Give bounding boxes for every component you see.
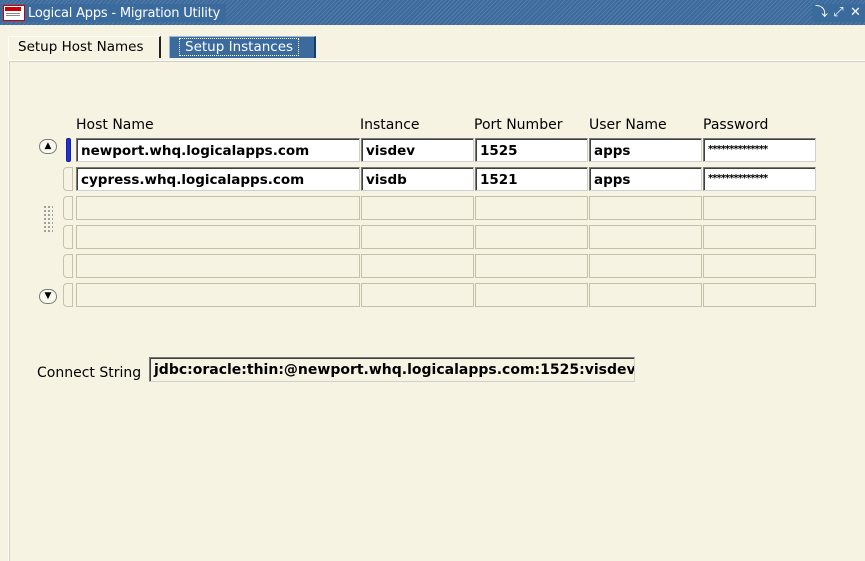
record-indicator[interactable] xyxy=(63,225,73,249)
password-field[interactable] xyxy=(703,254,816,278)
tab-setup-instances[interactable]: Setup Instances xyxy=(169,36,316,58)
instance-field[interactable] xyxy=(361,283,474,307)
close-icon[interactable]: ✕ xyxy=(849,5,862,21)
port-number-field[interactable] xyxy=(475,196,588,220)
column-header-host-name: Host Name xyxy=(76,117,154,133)
instance-field[interactable] xyxy=(361,225,474,249)
content-panel xyxy=(8,60,865,561)
app-logo-icon xyxy=(3,5,25,21)
scroll-grip-icon[interactable] xyxy=(43,205,53,233)
user-name-field[interactable] xyxy=(589,283,702,307)
scroll-up-button[interactable]: ▲ xyxy=(39,139,57,154)
host-name-field[interactable] xyxy=(76,254,360,278)
record-indicator[interactable] xyxy=(63,167,73,191)
user-name-field[interactable]: apps xyxy=(589,138,702,162)
password-field[interactable]: ************** xyxy=(703,167,816,191)
record-indicator[interactable] xyxy=(63,283,73,307)
record-indicator[interactable] xyxy=(63,254,73,278)
password-field[interactable] xyxy=(703,225,816,249)
user-name-field[interactable] xyxy=(589,254,702,278)
tab-setup-host-names[interactable]: Setup Host Names xyxy=(8,36,161,58)
user-name-field[interactable] xyxy=(589,196,702,220)
password-field[interactable] xyxy=(703,283,816,307)
column-header-password: Password xyxy=(703,117,769,133)
minimize-icon[interactable]: ⤵ xyxy=(815,5,828,21)
port-number-field[interactable] xyxy=(475,283,588,307)
window-title: Logical Apps - Migration Utility xyxy=(28,5,221,21)
port-number-field[interactable]: 1525 xyxy=(475,138,588,162)
tab-setup-instances-label: Setup Instances xyxy=(179,38,300,56)
host-name-field[interactable] xyxy=(76,283,360,307)
password-field[interactable] xyxy=(703,196,816,220)
column-header-instance: Instance xyxy=(360,117,420,133)
scroll-down-button[interactable]: ▼ xyxy=(39,289,57,304)
instance-field[interactable]: visdb xyxy=(361,167,474,191)
host-name-field[interactable] xyxy=(76,225,360,249)
instance-field[interactable]: visdev xyxy=(361,138,474,162)
port-number-field[interactable]: 1521 xyxy=(475,167,588,191)
password-field[interactable]: ************** xyxy=(703,138,816,162)
current-record-indicator xyxy=(66,138,71,162)
user-name-field[interactable]: apps xyxy=(589,167,702,191)
host-name-field[interactable] xyxy=(76,196,360,220)
instance-field[interactable] xyxy=(361,196,474,220)
connect-string-field[interactable]: jdbc:oracle:thin:@newport.whq.logicalapp… xyxy=(149,357,635,382)
host-name-field[interactable]: cypress.whq.logicalapps.com xyxy=(76,167,360,191)
instance-field[interactable] xyxy=(361,254,474,278)
user-name-field[interactable] xyxy=(589,225,702,249)
column-header-port-number: Port Number xyxy=(474,117,563,133)
connect-string-label: Connect String xyxy=(37,365,142,381)
port-number-field[interactable] xyxy=(475,225,588,249)
column-header-user-name: User Name xyxy=(589,117,667,133)
port-number-field[interactable] xyxy=(475,254,588,278)
title-bar: Logical Apps - Migration Utility ⤵ ⤢ ✕ xyxy=(0,0,865,25)
host-name-field[interactable]: newport.whq.logicalapps.com xyxy=(76,138,360,162)
maximize-icon[interactable]: ⤢ xyxy=(832,5,845,21)
record-indicator[interactable] xyxy=(63,196,73,220)
